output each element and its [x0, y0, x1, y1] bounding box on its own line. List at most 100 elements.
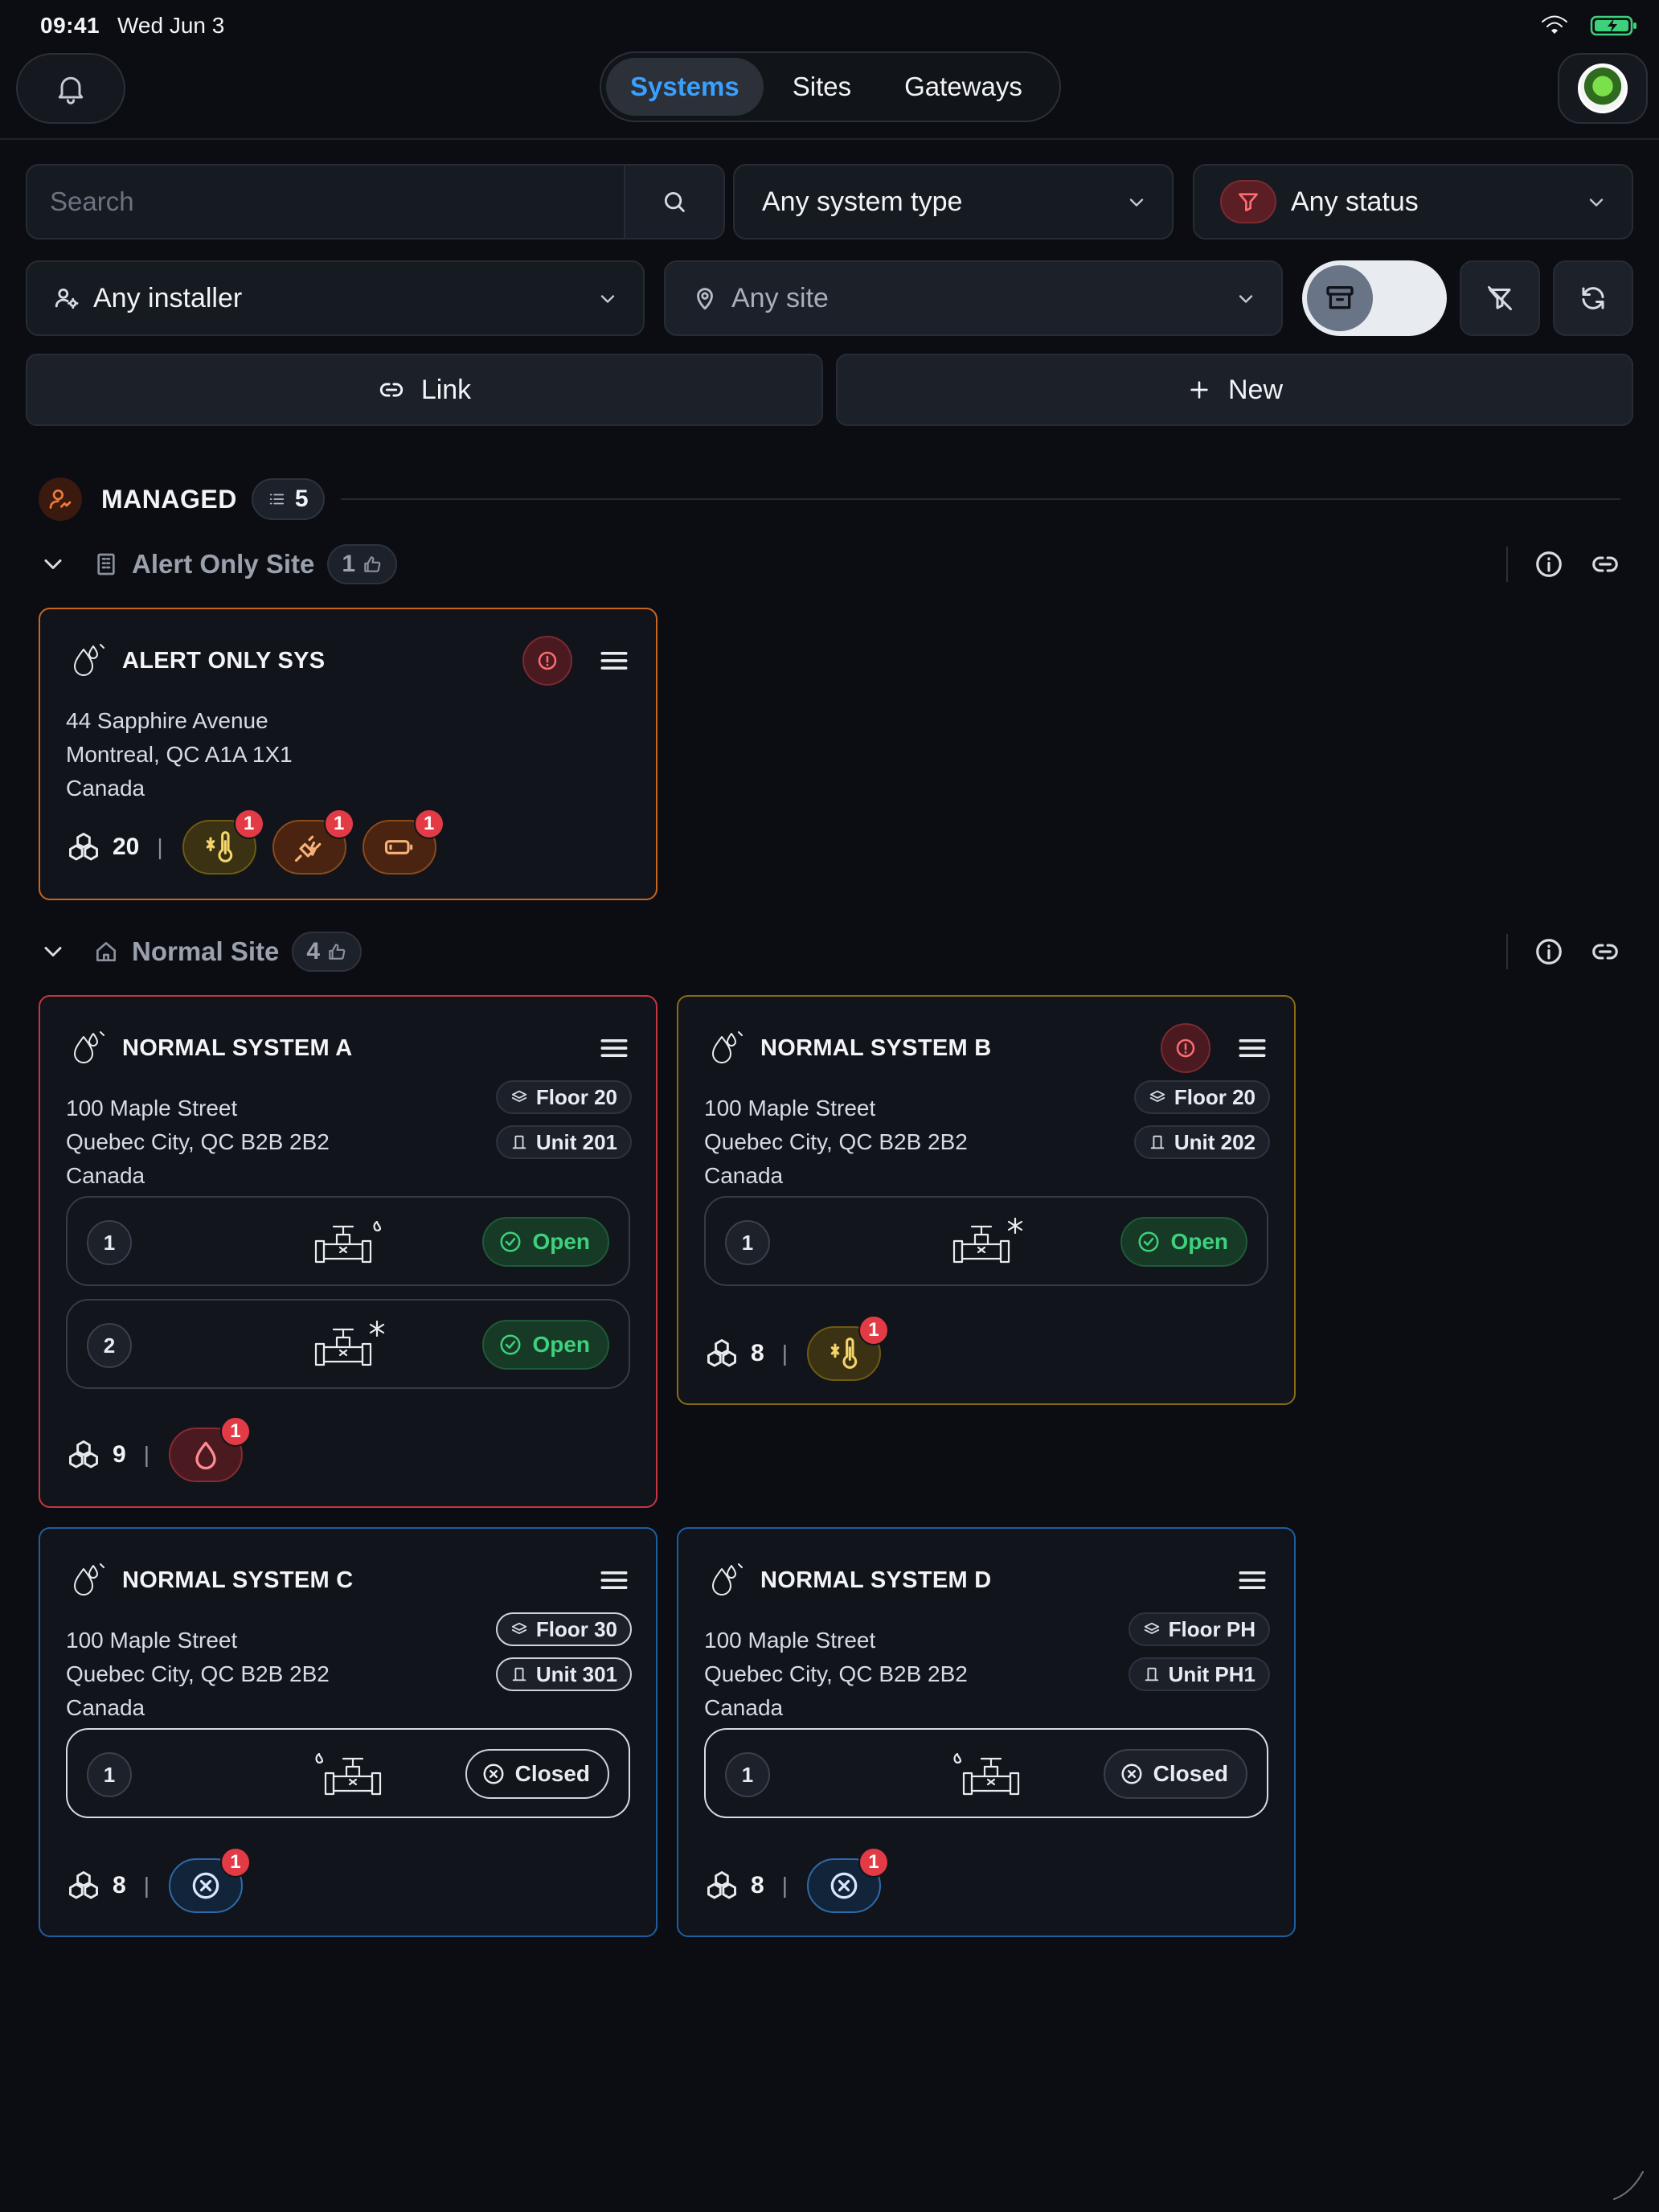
valve-number: 1: [87, 1752, 132, 1797]
alert-count: 1: [323, 809, 354, 839]
system-card-alert-only[interactable]: ALERT ONLY SYS 44 Sapphire Avenue Montre…: [39, 608, 657, 900]
site-name[interactable]: Alert Only Site: [132, 549, 314, 580]
home-icon: [96, 942, 116, 961]
system-card-d[interactable]: NORMAL SYSTEM D 100 Maple Street Quebec …: [677, 1527, 1296, 1937]
menu-icon[interactable]: [596, 643, 632, 678]
divider: [1506, 934, 1508, 969]
alert-icon[interactable]: [1161, 1023, 1210, 1073]
chevron-down-icon[interactable]: [39, 550, 68, 579]
address-line: Canada: [704, 1695, 784, 1720]
site-name[interactable]: Normal Site: [132, 936, 279, 967]
site-select[interactable]: Any site: [664, 260, 1283, 336]
temperature-alert-badge[interactable]: 1: [806, 1315, 889, 1381]
door-icon: [1150, 1135, 1165, 1149]
alert-icon[interactable]: [522, 636, 572, 686]
floor-label: Floor PH: [1168, 1616, 1256, 1641]
valve-row[interactable]: 1 Open: [66, 1196, 630, 1286]
valve-number: 2: [87, 1323, 132, 1368]
divider: [340, 498, 1620, 500]
tab-sites[interactable]: Sites: [768, 58, 875, 116]
location-tags: Floor 20 Unit 202: [1133, 1080, 1270, 1159]
devices-icon: [69, 833, 98, 861]
separator: |: [157, 834, 163, 859]
search-field[interactable]: Search: [26, 164, 725, 240]
tab-gateways[interactable]: Gateways: [880, 58, 1047, 116]
valve-row[interactable]: 1 Closed: [66, 1728, 630, 1818]
status-bar: 09:41 Wed Jun 3: [0, 0, 1659, 51]
link-button[interactable]: Link: [26, 354, 823, 426]
search-button[interactable]: [624, 166, 723, 238]
devices-icon: [69, 1440, 98, 1469]
archived-toggle[interactable]: [1302, 260, 1447, 336]
chevron-down-icon: [1129, 199, 1144, 207]
info-icon[interactable]: [1534, 936, 1564, 967]
address-line: Canada: [66, 1695, 145, 1720]
system-card-b[interactable]: NORMAL SYSTEM B 100 Maple Street Quebec …: [677, 995, 1296, 1405]
menu-icon[interactable]: [1235, 1563, 1270, 1598]
refresh-icon: [1582, 287, 1604, 309]
installer-select[interactable]: Any installer: [26, 260, 645, 336]
leak-alert-badge[interactable]: 1: [168, 1416, 251, 1482]
valve-closed-badge[interactable]: 1: [168, 1847, 251, 1913]
battery-alert-badge[interactable]: 1: [362, 809, 444, 875]
notifications-button[interactable]: [16, 53, 125, 124]
address-line: 100 Maple Street: [704, 1096, 876, 1120]
alert-count: 1: [858, 1315, 889, 1346]
new-button[interactable]: New: [836, 354, 1633, 426]
system-address: 100 Maple Street Quebec City, QC B2B 2B2…: [66, 1092, 330, 1193]
menu-icon[interactable]: [596, 1563, 632, 1598]
water-system-icon: [74, 1563, 104, 1596]
system-title: NORMAL SYSTEM A: [122, 1034, 353, 1061]
chevron-down-icon: [600, 295, 615, 303]
archive-icon: [1307, 265, 1373, 331]
valve-closed-badge[interactable]: 1: [806, 1847, 889, 1913]
system-card-c[interactable]: NORMAL SYSTEM C 100 Maple Street Quebec …: [39, 1527, 657, 1937]
menu-icon[interactable]: [596, 1030, 632, 1066]
valve-row[interactable]: 2 Open: [66, 1299, 630, 1389]
location-tags: Floor 30 Unit 301: [495, 1612, 632, 1691]
refresh-button[interactable]: [1553, 260, 1633, 336]
clock-time: 09:41: [40, 13, 100, 38]
unit-tag: Unit 201: [495, 1125, 632, 1159]
devices-icon: [707, 1339, 736, 1367]
profile-button[interactable]: [1558, 53, 1648, 124]
building-icon: [97, 553, 115, 576]
tab-systems[interactable]: Systems: [606, 58, 764, 116]
chevron-down-icon[interactable]: [39, 937, 68, 966]
valve-row[interactable]: 1 Open: [704, 1196, 1268, 1286]
battery-charging-icon: [1590, 15, 1636, 36]
temperature-icon: [206, 831, 232, 862]
devices-icon: [69, 1871, 98, 1899]
power-alert-badge[interactable]: 1: [272, 809, 354, 875]
menu-icon[interactable]: [1235, 1030, 1270, 1066]
divider: [1506, 547, 1508, 582]
temperature-alert-badge[interactable]: 1: [182, 809, 264, 875]
devices-icon: [707, 1871, 736, 1899]
map-pin-icon: [697, 288, 713, 310]
valve-closed-icon: [830, 1872, 858, 1899]
site-count: 4: [292, 932, 363, 972]
status-value: Any status: [1291, 186, 1419, 217]
search-input[interactable]: Search: [50, 186, 134, 217]
system-type-select[interactable]: Any system type: [733, 164, 1174, 240]
link-icon[interactable]: [1590, 936, 1620, 967]
valve-number: 1: [87, 1220, 132, 1265]
status-select[interactable]: Any status: [1193, 164, 1633, 240]
user-settings-icon: [55, 288, 79, 309]
check-circle-icon: [1138, 1231, 1159, 1252]
valve-hot-icon: [315, 1752, 382, 1796]
clear-filters-button[interactable]: [1460, 260, 1540, 336]
system-title: NORMAL SYSTEM D: [760, 1567, 992, 1593]
link-icon[interactable]: [1590, 549, 1620, 580]
system-card-a[interactable]: NORMAL SYSTEM A 100 Maple Street Quebec …: [39, 995, 657, 1508]
managed-section-header: MANAGED 5: [39, 477, 1620, 521]
valve-row[interactable]: 1 Closed: [704, 1728, 1268, 1818]
door-icon: [1145, 1667, 1158, 1682]
floor-label: Floor 20: [1174, 1084, 1256, 1109]
list-icon: [269, 494, 284, 505]
info-icon[interactable]: [1534, 549, 1564, 580]
valve-closed-icon: [192, 1872, 219, 1899]
search-icon: [664, 191, 685, 212]
thumbs-up-icon: [329, 944, 346, 960]
address-line: 100 Maple Street: [66, 1628, 238, 1653]
